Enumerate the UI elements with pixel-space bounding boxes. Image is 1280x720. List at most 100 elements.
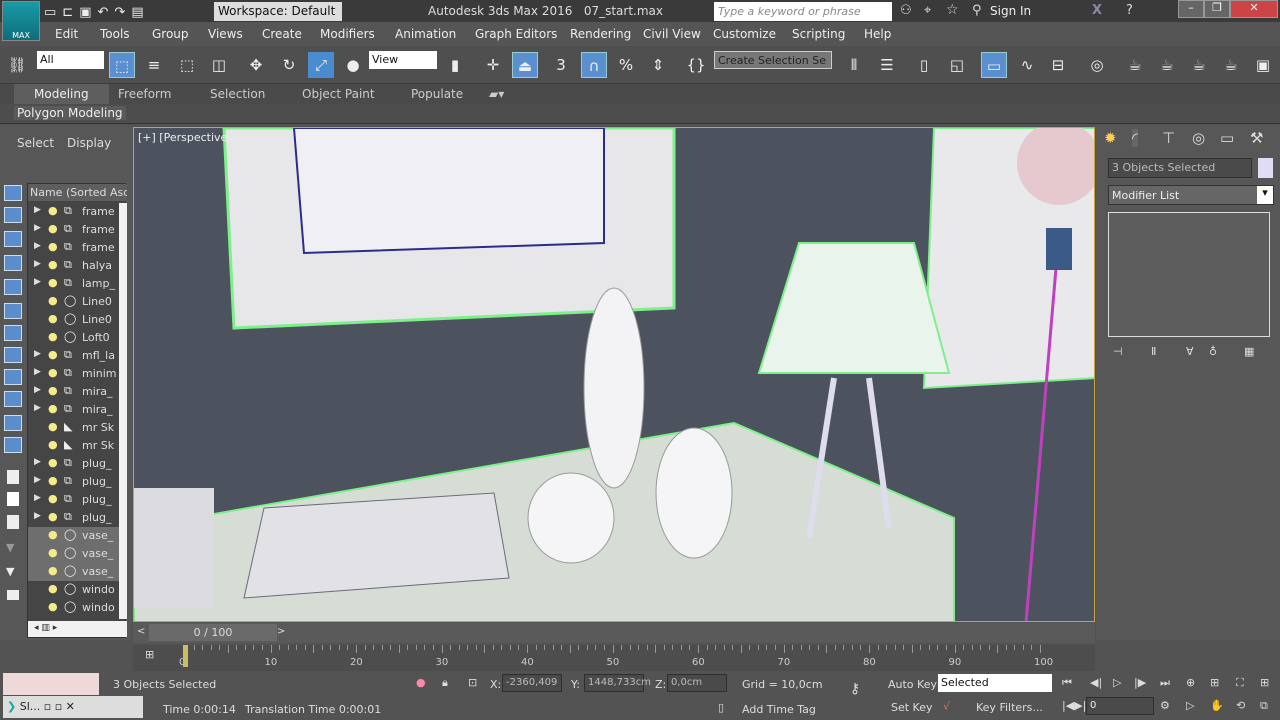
list-item[interactable]: ● ◯ Loft0: [28, 329, 120, 347]
list-item[interactable]: ● ◯ windo: [28, 581, 120, 599]
list-item[interactable]: ▶ ● ⧉ mfl_la: [28, 347, 120, 365]
track-bar[interactable]: ⊞ 0102030405060708090100: [133, 645, 1095, 671]
menu-views[interactable]: Views: [208, 22, 243, 46]
list-item[interactable]: ▶ ● ⧉ mira_: [28, 383, 120, 401]
explorer-horizontal-scrollbar[interactable]: ◂ ▥ ▸: [28, 621, 127, 637]
display-none-icon[interactable]: [7, 492, 19, 506]
y-coordinate-field[interactable]: 1448,733cm: [584, 674, 651, 692]
absolute-mode-icon[interactable]: ⊡: [468, 676, 477, 689]
reference-coord-dropdown[interactable]: View: [369, 51, 437, 69]
visibility-bulb-icon[interactable]: ●: [48, 402, 58, 415]
list-item[interactable]: ● ◯ windo: [28, 599, 120, 617]
display-invert-icon[interactable]: [7, 515, 19, 529]
star-icon[interactable]: ☆: [946, 2, 959, 18]
pivot-icon[interactable]: ▮: [442, 52, 468, 78]
make-unique-icon[interactable]: ∀: [1186, 345, 1194, 358]
display-cameras-icon[interactable]: [4, 255, 22, 271]
select-by-name-icon[interactable]: ≡: [141, 52, 167, 78]
move-icon[interactable]: ✥: [243, 52, 269, 78]
list-item[interactable]: ● ◯ vase_: [28, 563, 120, 581]
key-filters-button[interactable]: Key Filters...: [976, 701, 1043, 714]
motion-tab-icon[interactable]: ◎: [1192, 129, 1205, 147]
manipulate-icon[interactable]: ✛: [480, 52, 506, 78]
list-item[interactable]: ● ◯ Line0: [28, 293, 120, 311]
expand-arrow-icon[interactable]: ▶: [34, 475, 41, 485]
previous-frame-icon[interactable]: ◀|: [1090, 676, 1102, 689]
list-item[interactable]: ▶ ● ⧉ frame: [28, 239, 120, 257]
render-iterative-icon[interactable]: ☕: [1218, 52, 1244, 78]
polygon-modeling-panel[interactable]: Polygon Modeling: [14, 106, 126, 120]
list-item[interactable]: ● ◣ mr Sk: [28, 419, 120, 437]
list-item[interactable]: ▶ ● ⧉ plug_: [28, 509, 120, 527]
list-item[interactable]: ▶ ● ⧉ frame: [28, 221, 120, 239]
explorer-menu-select[interactable]: Select: [17, 136, 54, 150]
visibility-bulb-icon[interactable]: ●: [48, 240, 58, 253]
selection-filter-dropdown[interactable]: All: [37, 51, 104, 69]
schematic-view-icon[interactable]: ⊟: [1045, 52, 1071, 78]
named-selection-dropdown[interactable]: Create Selection Se: [714, 51, 832, 69]
visibility-bulb-icon[interactable]: ●: [48, 438, 58, 451]
rendered-frame-icon[interactable]: ☕: [1154, 52, 1180, 78]
viewport-label[interactable]: [+] [Perspective: [138, 131, 227, 144]
menu-rendering[interactable]: Rendering: [570, 22, 631, 46]
sign-in-button[interactable]: Sign In: [990, 4, 1031, 18]
menu-scripting[interactable]: Scripting: [792, 22, 845, 46]
zoom-all-icon[interactable]: ⊞: [1210, 676, 1219, 689]
open-icon[interactable]: ⊏: [62, 5, 73, 20]
list-item[interactable]: ● ◣ mr Sk: [28, 437, 120, 455]
remove-modifier-icon[interactable]: ♁: [1209, 345, 1217, 358]
filter-icon[interactable]: ▼: [6, 541, 14, 554]
help-icon[interactable]: ?: [1126, 3, 1133, 18]
display-spacewarps-icon[interactable]: [4, 303, 22, 319]
expand-arrow-icon[interactable]: ▶: [34, 241, 41, 251]
curve-editor-icon[interactable]: ∿: [1014, 52, 1040, 78]
expand-arrow-icon[interactable]: ▶: [34, 259, 41, 269]
place-icon[interactable]: ●: [340, 52, 366, 78]
new-icon[interactable]: ▭: [44, 5, 56, 20]
pan-icon[interactable]: ✋: [1210, 699, 1224, 712]
menu-group[interactable]: Group: [152, 22, 189, 46]
visibility-bulb-icon[interactable]: ●: [48, 330, 58, 343]
redo-icon[interactable]: ↷: [114, 5, 125, 20]
name-column-header[interactable]: Name (Sorted Ascer: [28, 184, 127, 201]
tab-modeling[interactable]: Modeling: [14, 84, 109, 104]
list-item[interactable]: ● ◯ Line0: [28, 311, 120, 329]
display-groups-icon[interactable]: [4, 325, 22, 341]
menu-help[interactable]: Help: [864, 22, 891, 46]
minimize-button[interactable]: –: [1178, 0, 1204, 18]
render-setup-icon[interactable]: ☕: [1122, 52, 1148, 78]
key-mode-toggle-icon[interactable]: |◀▶|: [1062, 699, 1086, 712]
list-item[interactable]: ▶ ● ⧉ plug_: [28, 455, 120, 473]
show-end-result-icon[interactable]: Ⅱ: [1151, 345, 1156, 358]
visibility-bulb-icon[interactable]: ●: [48, 510, 58, 523]
key-mode-dropdown[interactable]: Selected: [938, 674, 1052, 692]
go-to-end-icon[interactable]: ⏭: [1160, 676, 1170, 690]
visibility-bulb-icon[interactable]: ●: [48, 528, 58, 541]
workspace-dropdown[interactable]: Workspace: Default: [214, 2, 342, 21]
expand-arrow-icon[interactable]: ▶: [34, 205, 41, 215]
display-frozen-icon[interactable]: [4, 415, 22, 431]
x-coordinate-field[interactable]: -2360,409: [502, 674, 562, 692]
explorer-menu-display[interactable]: Display: [67, 136, 111, 150]
menu-edit[interactable]: Edit: [55, 22, 78, 46]
set-key-button[interactable]: Set Key: [891, 701, 933, 714]
next-frame-icon[interactable]: |▶: [1134, 676, 1146, 689]
menu-civil-view[interactable]: Civil View: [643, 22, 701, 46]
expand-arrow-icon[interactable]: ▶: [34, 349, 41, 359]
list-item[interactable]: ● ◯ vase_: [28, 527, 120, 545]
visibility-bulb-icon[interactable]: ●: [48, 456, 58, 469]
spinner-snap-icon[interactable]: ⇕: [645, 52, 671, 78]
ribbon-toggle-icon[interactable]: ▭: [981, 52, 1007, 78]
mirror-icon[interactable]: ⫴: [841, 52, 867, 78]
menu-graph-editors[interactable]: Graph Editors: [475, 22, 557, 46]
expand-arrow-icon[interactable]: ▶: [34, 223, 41, 233]
tab-object-paint[interactable]: Object Paint: [302, 87, 375, 101]
select-object-icon[interactable]: ⬚: [109, 52, 135, 78]
time-config-icon[interactable]: ⚙: [1160, 699, 1170, 712]
key-icon[interactable]: ⚷: [850, 681, 860, 697]
layer-explorer-icon[interactable]: ◱: [944, 52, 970, 78]
auto-key-button[interactable]: Auto Key: [888, 678, 937, 691]
zoom-icon[interactable]: ⊕: [1186, 676, 1195, 689]
list-item[interactable]: ● ◯ vase_: [28, 545, 120, 563]
ribbon-options-icon[interactable]: ▰▾: [489, 87, 504, 101]
